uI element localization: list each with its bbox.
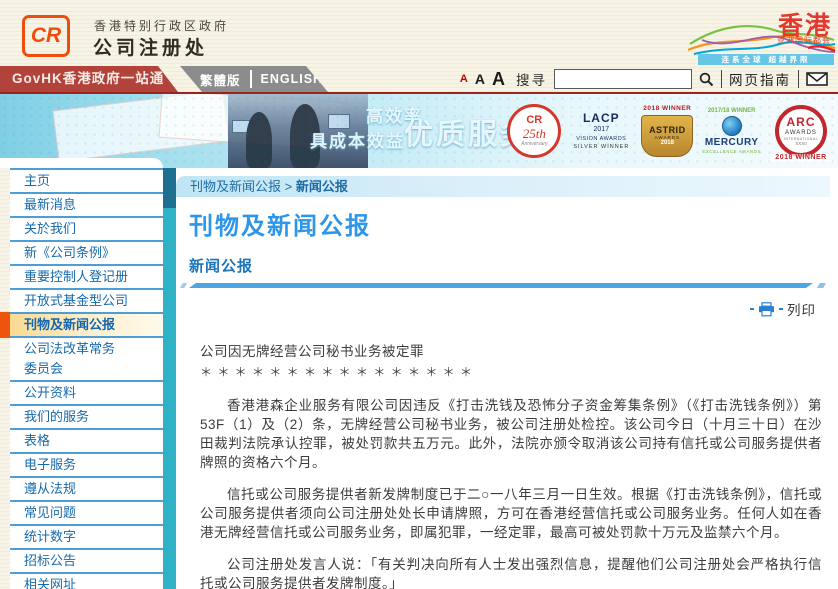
award-text: 2018 WINNER [770, 154, 832, 162]
brandhk-tagline: 连系全球 超越界限 [698, 54, 834, 65]
sidebar-item-significant-controllers-register[interactable]: 重要控制人登记册 [10, 266, 163, 290]
breadcrumb-parent-link[interactable]: 刊物及新闻公报 [190, 179, 281, 194]
award-text: 2018 [661, 140, 674, 147]
print-dash [750, 308, 754, 310]
award-text: XXXII [795, 141, 807, 146]
section-divider [189, 283, 813, 288]
main-content: 刊物及新闻公报 > 新闻公报 刊物及新闻公报 新闻公报 列印 公司因无牌经营公司… [176, 168, 838, 589]
sidebar-item-about-us[interactable]: 关於我们 [10, 218, 163, 242]
sidebar-item-whats-new[interactable]: 最新消息 [10, 194, 163, 218]
contact-mail-button[interactable] [806, 72, 828, 86]
sidebar-item-e-services[interactable]: 电子服务 [10, 454, 163, 478]
award-text: VISION AWARDS [576, 136, 626, 142]
sidebar-item-compliance[interactable]: 遵从法规 [10, 478, 163, 502]
toolbar-separator [721, 70, 722, 88]
envelope-icon [806, 72, 828, 86]
sidebar-item-home[interactable]: 主页 [10, 168, 163, 194]
sidebar-item-faq[interactable]: 常见问题 [10, 502, 163, 526]
sidebar-item-tender-notices[interactable]: 招标公告 [10, 550, 163, 574]
print-dash [779, 308, 783, 310]
breadcrumb-separator: > [281, 179, 296, 194]
dept-title: 公司注册处 [93, 33, 208, 60]
award-lacp-badge: LACP 2017 VISION AWARDS SILVER WINNER [570, 112, 632, 150]
sidebar-item-related-links[interactable]: 相关网址 [10, 574, 163, 589]
sidebar-item-new-companies-ordinance[interactable]: 新《公司条例》 [10, 242, 163, 266]
section-divider-cap [180, 283, 187, 288]
cr-logo[interactable]: CR [22, 15, 70, 57]
award-shield: ASTRID AWARDS 2018 [641, 115, 693, 157]
award-text: MERCURY [705, 137, 759, 149]
award-text: AWARDS [785, 130, 817, 137]
sidebar-menu: 主页 最新消息 关於我们 新《公司条例》 重要控制人登记册 开放式基金型公司 刊… [0, 168, 163, 589]
article-heading: 公司因无牌经营公司秘书业务被定罪 [200, 340, 822, 360]
award-text: Anniversary [521, 142, 547, 148]
article-paragraph: 公司注册处发言人说：「有关判决向所有人士发出强烈信息，提醒他们公司注册处会严格执… [200, 555, 822, 589]
sidebar-content-divider [163, 168, 176, 589]
tab-separator [250, 70, 252, 88]
english-tab[interactable]: ENGLISH [261, 72, 324, 86]
sidebar-item-statistics[interactable]: 统计数字 [10, 526, 163, 550]
search-label: 搜寻 [516, 69, 547, 89]
page: CR 香港特别行政区政府 公司注册处 香港 亚洲国际都会 连系全球 超越界限 G… [0, 0, 838, 589]
sidebar-item-our-services[interactable]: 我们的服务 [10, 406, 163, 430]
print-button[interactable]: 列印 [750, 299, 816, 319]
breadcrumb: 刊物及新闻公报 > 新闻公报 [176, 176, 830, 197]
font-size-large-button[interactable]: A [492, 70, 505, 88]
search-input[interactable] [554, 69, 692, 89]
page-title: 刊物及新闻公报 [189, 206, 371, 241]
toolbar-separator [798, 70, 799, 88]
printer-icon [758, 302, 775, 317]
sidebar-item-open-ended-fund-companies[interactable]: 开放式基金型公司 [10, 290, 163, 314]
section-divider-cap [817, 283, 826, 288]
banner-slogan-cost: 具成本效益 [310, 127, 405, 152]
press-release-article: 公司因无牌经营公司秘书业务被定罪 ＊ ＊ ＊ ＊ ＊ ＊ ＊ ＊ ＊ ＊ ＊ ＊… [200, 340, 822, 589]
traditional-chinese-tab[interactable]: 繁體版 [200, 70, 241, 89]
award-text: 2017 [594, 126, 610, 134]
award-ring: ARC AWARDS INTERNATIONAL XXXII [775, 105, 827, 157]
awards-row: CR 25th Anniversary LACP 2017 VISION AWA… [507, 97, 832, 165]
award-astrid-badge: 2018 WINNER ASTRID AWARDS 2018 [641, 105, 693, 156]
award-arc-badge: ARC AWARDS INTERNATIONAL XXXII 2018 WINN… [770, 100, 832, 162]
sidebar-item-forms[interactable]: 表格 [10, 430, 163, 454]
award-cr-25th-badge: CR 25th Anniversary [507, 104, 561, 158]
nav-toolbar: A A A 搜寻 网页指南 [460, 66, 828, 92]
font-size-medium-button[interactable]: A [475, 72, 485, 86]
sidebar-item-sclr-committee[interactable]: 公司法改革常务 委员会 [10, 338, 163, 382]
article-paragraph: 信托或公司服务提供者新发牌制度已于二○一八年三月一日生效。根据《打击洗钱条例》，… [200, 485, 822, 542]
font-size-small-button[interactable]: A [460, 74, 468, 85]
language-tabs: 繁體版 ENGLISH [180, 66, 328, 92]
sitemap-link[interactable]: 网页指南 [729, 69, 791, 89]
govhk-link[interactable]: GovHK香港政府一站通 [0, 66, 178, 92]
search-icon [699, 72, 714, 87]
award-text: ASTRID [649, 125, 686, 135]
award-text: LACP [583, 112, 620, 126]
banner-corner [0, 158, 163, 168]
search-button[interactable] [699, 72, 714, 87]
award-mercury-badge: 2017/18 WINNER MERCURY EXCELLENCE AWARDS [702, 108, 761, 154]
globe-icon [722, 116, 742, 136]
award-text: EXCELLENCE AWARDS [702, 149, 761, 154]
award-text: 2017/18 WINNER [708, 108, 756, 115]
article-stars: ＊ ＊ ＊ ＊ ＊ ＊ ＊ ＊ ＊ ＊ ＊ ＊ ＊ ＊ ＊ ＊ [200, 363, 822, 380]
banner: 高效率 具成本效益 优质服务 CR 25th Anniversary LACP … [0, 94, 838, 168]
breadcrumb-current: 新闻公报 [296, 179, 348, 194]
sidebar-item-public-information[interactable]: 公开资料 [10, 382, 163, 406]
top-navbar: GovHK香港政府一站通 繁體版 ENGLISH A A A 搜寻 网页指南 [0, 66, 838, 92]
section-title: 新闻公报 [189, 255, 253, 276]
award-text: 25th [523, 127, 546, 142]
award-text: 2018 WINNER [643, 105, 691, 112]
gov-title: 香港特别行政区政府 [94, 17, 229, 34]
sidebar-item-publications-press[interactable]: 刊物及新闻公报 [10, 314, 163, 338]
print-label: 列印 [787, 299, 816, 319]
brandhk-logo: 香港 亚洲国际都会 连系全球 超越界限 [688, 4, 836, 66]
award-text: SILVER WINNER [573, 144, 629, 150]
brandhk-subtitle: 亚洲国际都会 [777, 35, 831, 46]
article-paragraph: 香港港森企业服务有限公司因违反《打击洗钱及恐怖分子资金筹集条例》（《打击洗钱条例… [200, 396, 822, 472]
cr-logo-text: CR [31, 24, 61, 48]
award-text: ARC [787, 116, 816, 130]
